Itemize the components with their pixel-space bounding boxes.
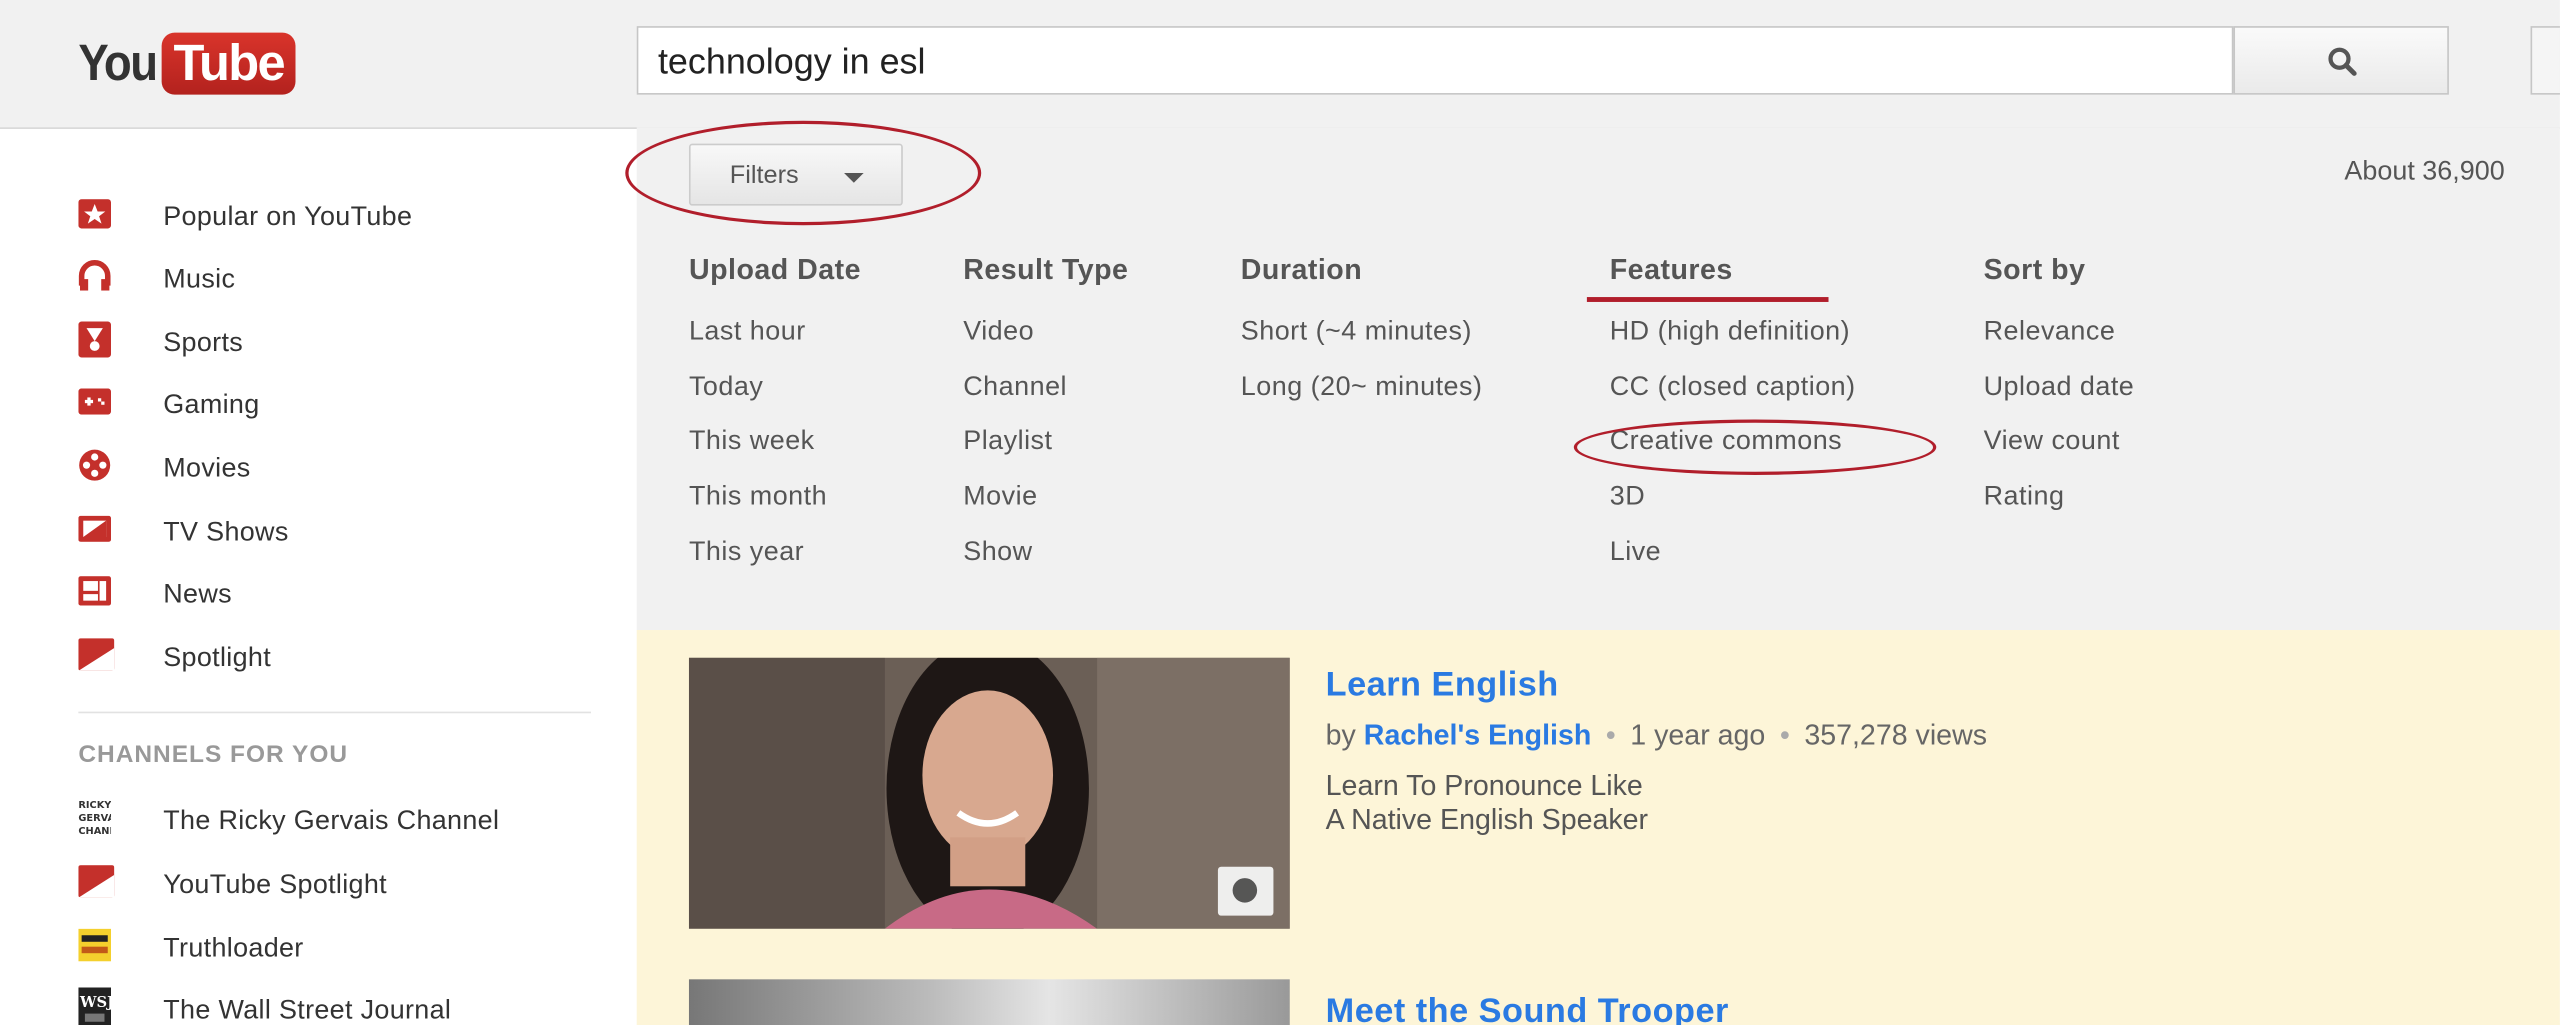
newspaper-icon	[78, 575, 112, 613]
sidebar-item-label: Sports	[163, 327, 244, 357]
filter-option[interactable]: Short (~4 minutes)	[1241, 317, 1472, 348]
filter-option[interactable]: Playlist	[963, 426, 1052, 457]
filter-option[interactable]: 3D	[1610, 481, 1645, 512]
sidebar-item[interactable]: Spotlight	[78, 637, 271, 679]
svg-text:CHANNEL: CHANNEL	[78, 825, 111, 836]
search-query-text: technology in esl	[657, 40, 926, 82]
meta-separator: •	[1605, 718, 1616, 751]
svg-text:RICKY: RICKY	[78, 799, 111, 810]
filter-option[interactable]: Upload date	[1984, 372, 2135, 403]
logo-you-text: You	[78, 34, 158, 92]
sidebar-item[interactable]: Popular on YouTube	[78, 196, 412, 238]
view-count: 357,278 views	[1804, 718, 1988, 751]
wsj-icon: WSJ	[78, 986, 114, 1025]
gamepad-icon	[78, 387, 112, 422]
tv-icon	[78, 514, 112, 549]
trophy-icon	[78, 320, 112, 365]
sidebar-item[interactable]: WSJ The Wall Street Journal	[78, 986, 451, 1025]
sidebar-item[interactable]: Music	[78, 258, 235, 300]
filter-option[interactable]: This month	[689, 481, 827, 512]
svg-text:GERVAIS: GERVAIS	[78, 812, 111, 823]
sidebar-item-label: TV Shows	[163, 516, 289, 546]
clock-icon	[1232, 878, 1258, 903]
watch-later-button[interactable]	[1217, 866, 1274, 916]
upload-age: 1 year ago	[1630, 718, 1766, 751]
sidebar-item-label: News	[163, 578, 232, 608]
sidebar-item-label: Spotlight	[163, 642, 272, 672]
sidebar-divider	[78, 711, 592, 714]
filter-option[interactable]: Relevance	[1984, 317, 2116, 348]
sidebar-item-label: YouTube Spotlight	[163, 869, 388, 899]
sidebar-item[interactable]: Sports	[78, 320, 243, 365]
filter-option[interactable]: Channel	[963, 372, 1067, 403]
filter-option[interactable]: HD (high definition)	[1610, 317, 1850, 348]
sidebar-item-label: Movies	[163, 452, 251, 483]
sidebar-item-label: Gaming	[163, 389, 260, 419]
filter-option[interactable]: Long (20~ minutes)	[1241, 372, 1483, 403]
filter-option[interactable]: Today	[689, 372, 763, 403]
sidebar-item[interactable]: Truthloader	[78, 927, 303, 969]
spotlight-icon	[78, 637, 115, 678]
search-input[interactable]: technology in esl	[636, 26, 2234, 95]
sidebar-item[interactable]: YouTube Spotlight	[78, 863, 387, 905]
sidebar-item-label: Popular on YouTube	[163, 201, 413, 231]
by-label: by	[1325, 718, 1356, 751]
filter-column-heading: Features	[1609, 252, 1733, 286]
filter-column-heading: Upload Date	[688, 252, 862, 286]
youtube-logo[interactable]: You Tube	[78, 32, 296, 98]
result-description-line: Learn To Pronounce Like	[1325, 768, 1643, 802]
sidebar-item[interactable]: Movies	[78, 447, 250, 489]
sidebar-item-label: The Ricky Gervais Channel	[163, 805, 500, 835]
filter-option[interactable]: Show	[963, 537, 1032, 568]
filter-option[interactable]: Movie	[963, 481, 1037, 512]
result-meta: by Rachel's English • 1 year ago • 357,2…	[1326, 718, 1987, 752]
headphones-icon	[78, 259, 111, 300]
sidebar-item[interactable]: Gaming	[78, 384, 259, 426]
channels-heading: CHANNELS FOR YOU	[78, 741, 349, 769]
filter-option[interactable]: Live	[1610, 537, 1661, 568]
svg-text:WSJ: WSJ	[79, 993, 111, 1010]
annotation-underline-features	[1586, 297, 1829, 302]
spotlight-icon	[78, 864, 115, 905]
result-count: About 36,900	[2344, 156, 2505, 187]
meta-separator: •	[1779, 718, 1790, 751]
filter-column-heading: Result Type	[963, 252, 1129, 286]
result-description-line: A Native English Speaker	[1325, 803, 1649, 836]
filter-option[interactable]: Rating	[1984, 481, 2065, 512]
annotation-circle-creative-commons	[1573, 419, 1937, 475]
filter-option[interactable]: CC (closed caption)	[1610, 372, 1856, 403]
film-reel-icon	[78, 448, 111, 489]
sidebar-item-label: Music	[163, 263, 236, 293]
sidebar-item[interactable]: TV Shows	[78, 511, 288, 553]
annotation-circle-filters	[625, 120, 982, 226]
filter-option[interactable]: This week	[689, 426, 815, 457]
filter-option[interactable]: View count	[1984, 426, 2120, 457]
search-button[interactable]	[2233, 26, 2449, 95]
filter-column-heading: Duration	[1240, 252, 1363, 286]
filter-option[interactable]: Last hour	[689, 317, 806, 348]
search-icon	[2328, 47, 2357, 76]
logo-tube-text: Tube	[162, 32, 296, 95]
filter-column-heading: Sort by	[1983, 252, 2086, 286]
result-title[interactable]: Learn English	[1326, 666, 1559, 705]
video-thumbnail[interactable]	[688, 657, 1290, 929]
sidebar-item[interactable]: News	[78, 573, 232, 615]
truthloader-icon	[78, 927, 112, 969]
channel-link[interactable]: Rachel's English	[1364, 718, 1591, 751]
star-icon	[78, 198, 112, 236]
ricky-gervais-channel-icon: RICKY GERVAIS CHANNEL	[78, 797, 130, 844]
video-thumbnail[interactable]	[688, 979, 1290, 1025]
filter-option[interactable]: Video	[963, 317, 1034, 348]
result-title[interactable]: Meet the Sound Trooper	[1326, 992, 1729, 1025]
sidebar-item-label: Truthloader	[163, 932, 304, 963]
header-action-button[interactable]	[2530, 26, 2560, 95]
youtube-page: You Tube technology in esl Popular on Yo…	[0, 0, 2560, 1025]
sidebar-item-label: The Wall Street Journal	[163, 994, 452, 1025]
filter-option[interactable]: This year	[689, 537, 804, 568]
thumbnail-image	[688, 657, 1290, 929]
sidebar-item[interactable]: RICKY GERVAIS CHANNEL The Ricky Gervais Cha…	[78, 797, 499, 844]
